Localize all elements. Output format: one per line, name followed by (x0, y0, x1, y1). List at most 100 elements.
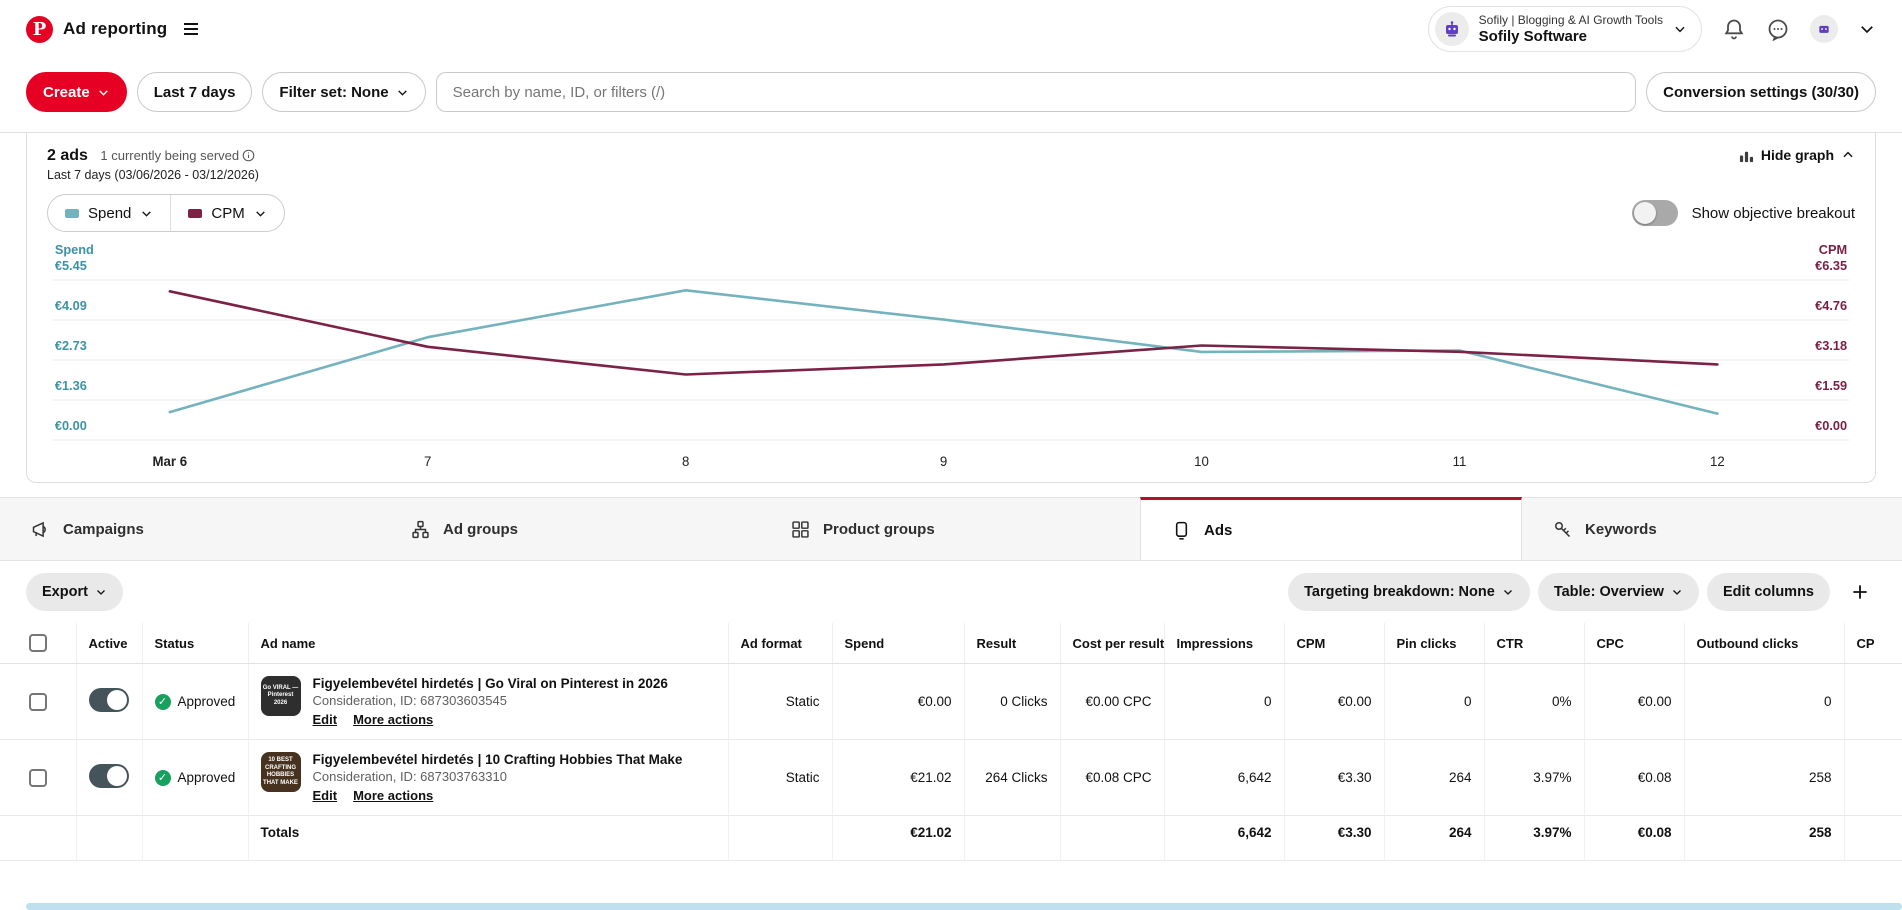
chevron-down-icon (140, 207, 153, 220)
totals-spend: €21.02 (832, 816, 964, 861)
row-checkbox[interactable] (29, 769, 47, 787)
table-view-button[interactable]: Table: Overview (1538, 573, 1699, 611)
ad-name[interactable]: Figyelembevétel hirdetés | 10 Crafting H… (313, 752, 683, 767)
objective-breakout-control: Show objective breakout (1632, 200, 1855, 226)
key-icon (1552, 519, 1573, 540)
column-header-spend[interactable]: Spend (832, 623, 964, 664)
add-view-button[interactable] (1844, 578, 1876, 606)
tab-ads[interactable]: Ads (1140, 497, 1522, 560)
tab-product-groups[interactable]: Product groups (760, 498, 1140, 560)
column-header-impressions[interactable]: Impressions (1164, 623, 1284, 664)
account-menu-chevron-icon[interactable] (1858, 20, 1876, 38)
tab-keywords[interactable]: Keywords (1522, 498, 1902, 560)
svg-text:Mar 6: Mar 6 (153, 454, 188, 469)
metric-spend-label: Spend (88, 205, 131, 222)
active-toggle[interactable] (89, 688, 129, 712)
edit-columns-button[interactable]: Edit columns (1707, 573, 1830, 611)
active-toggle[interactable] (89, 764, 129, 788)
hamburger-menu-icon[interactable] (183, 22, 199, 36)
cell-cpc: €0.08 (1584, 740, 1684, 816)
create-button[interactable]: Create (26, 72, 127, 112)
totals-cpc: €0.08 (1584, 816, 1684, 861)
tab-campaigns[interactable]: Campaigns (0, 498, 380, 560)
more-actions-link[interactable]: More actions (353, 788, 433, 803)
column-header-ad-format[interactable]: Ad format (728, 623, 832, 664)
status-badge: ✓Approved (155, 770, 236, 786)
cell-spend: €0.00 (832, 664, 964, 740)
account-names: Sofily | Blogging & AI Growth Tools Sofi… (1479, 13, 1663, 45)
conversion-settings-button[interactable]: Conversion settings (30/30) (1646, 72, 1876, 112)
column-header-cpm[interactable]: CPM (1284, 623, 1384, 664)
metric-cpm-dropdown[interactable]: CPM (170, 195, 283, 231)
hide-graph-button[interactable]: Hide graph (1739, 147, 1855, 163)
metric-selector: Spend CPM (47, 194, 285, 232)
spend-cpm-line-chart: €5.45€6.35€4.09€4.76€2.73€3.18€1.36€1.59… (47, 236, 1855, 482)
svg-text:€1.59: €1.59 (1815, 378, 1847, 393)
tab-label: Campaigns (63, 521, 144, 538)
column-header-ctr[interactable]: CTR (1484, 623, 1584, 664)
status-label: Approved (178, 770, 236, 785)
totals-outbound_clicks: 258 (1684, 816, 1844, 861)
horizontal-scrollbar[interactable] (26, 903, 1902, 910)
svg-text:9: 9 (940, 454, 947, 469)
account-business-name: Sofily | Blogging & AI Growth Tools (1479, 13, 1663, 27)
svg-text:7: 7 (424, 454, 431, 469)
objective-breakout-toggle[interactable] (1632, 200, 1678, 226)
svg-text:€5.45: €5.45 (55, 258, 87, 273)
metric-spend-dropdown[interactable]: Spend (48, 195, 170, 231)
totals-cpoc (1844, 816, 1902, 861)
pinterest-logo-icon[interactable]: P (26, 16, 53, 43)
column-header-cost-per-result[interactable]: Cost per result (1060, 623, 1164, 664)
date-range-label: Last 7 days (154, 84, 236, 101)
account-avatar (1435, 12, 1469, 46)
totals-impressions: 6,642 (1164, 816, 1284, 861)
column-header-ad-name[interactable]: Ad name (248, 623, 728, 664)
chevron-down-icon (1502, 586, 1514, 598)
column-header-outbound-clicks[interactable]: Outbound clicks (1684, 623, 1844, 664)
cell-cpm: €3.30 (1284, 740, 1384, 816)
column-header-active[interactable]: Active (76, 623, 142, 664)
cell-ctr: 0% (1484, 664, 1584, 740)
svg-text:€4.76: €4.76 (1815, 298, 1847, 313)
chevron-down-icon (254, 207, 267, 220)
column-header-cp[interactable]: CP (1844, 623, 1902, 664)
svg-text:11: 11 (1453, 454, 1467, 469)
column-header-result[interactable]: Result (964, 623, 1060, 664)
top-right-actions: Sofily | Blogging & AI Growth Tools Sofi… (1428, 6, 1876, 52)
spend-swatch (65, 209, 79, 218)
row-checkbox[interactable] (29, 693, 47, 711)
edit-link[interactable]: Edit (313, 712, 338, 727)
select-all-checkbox[interactable] (29, 634, 47, 652)
ad-thumbnail: 10 BEST CRAFTING HOBBIES THAT MAKE (261, 752, 301, 792)
messages-icon[interactable] (1766, 17, 1790, 41)
cell-result: 264 Clicks (964, 740, 1060, 816)
export-button[interactable]: Export (26, 573, 123, 611)
ads-icon (1171, 520, 1192, 541)
export-label: Export (42, 584, 88, 600)
ad-thumbnail: Go VIRAL — Pinterest 2026 (261, 676, 301, 716)
date-range-button[interactable]: Last 7 days (137, 72, 253, 112)
cell-pin_clicks: 264 (1384, 740, 1484, 816)
column-header-pin-clicks[interactable]: Pin clicks (1384, 623, 1484, 664)
user-avatar[interactable] (1810, 15, 1838, 43)
cell-result: 0 Clicks (964, 664, 1060, 740)
account-switcher[interactable]: Sofily | Blogging & AI Growth Tools Sofi… (1428, 6, 1702, 52)
svg-text:€6.35: €6.35 (1815, 258, 1847, 273)
column-header-cpc[interactable]: CPC (1584, 623, 1684, 664)
targeting-breakdown-button[interactable]: Targeting breakdown: None (1288, 573, 1530, 611)
tab-ad-groups[interactable]: Ad groups (380, 498, 760, 560)
more-actions-link[interactable]: More actions (353, 712, 433, 727)
search-input[interactable] (436, 72, 1637, 112)
cell-cpoc (1844, 740, 1902, 816)
info-icon[interactable] (242, 149, 255, 162)
chevron-up-icon (1841, 148, 1855, 162)
edit-link[interactable]: Edit (313, 788, 338, 803)
filter-set-button[interactable]: Filter set: None (262, 72, 425, 112)
svg-text:€0.00: €0.00 (1815, 418, 1847, 433)
metric-cpm-label: CPM (211, 205, 244, 222)
page-title: Ad reporting (63, 19, 167, 39)
ad-name[interactable]: Figyelembevétel hirdetés | Go Viral on P… (313, 676, 668, 691)
column-header-status[interactable]: Status (142, 623, 248, 664)
notifications-bell-icon[interactable] (1722, 17, 1746, 41)
svg-text:€3.18: €3.18 (1815, 338, 1847, 353)
